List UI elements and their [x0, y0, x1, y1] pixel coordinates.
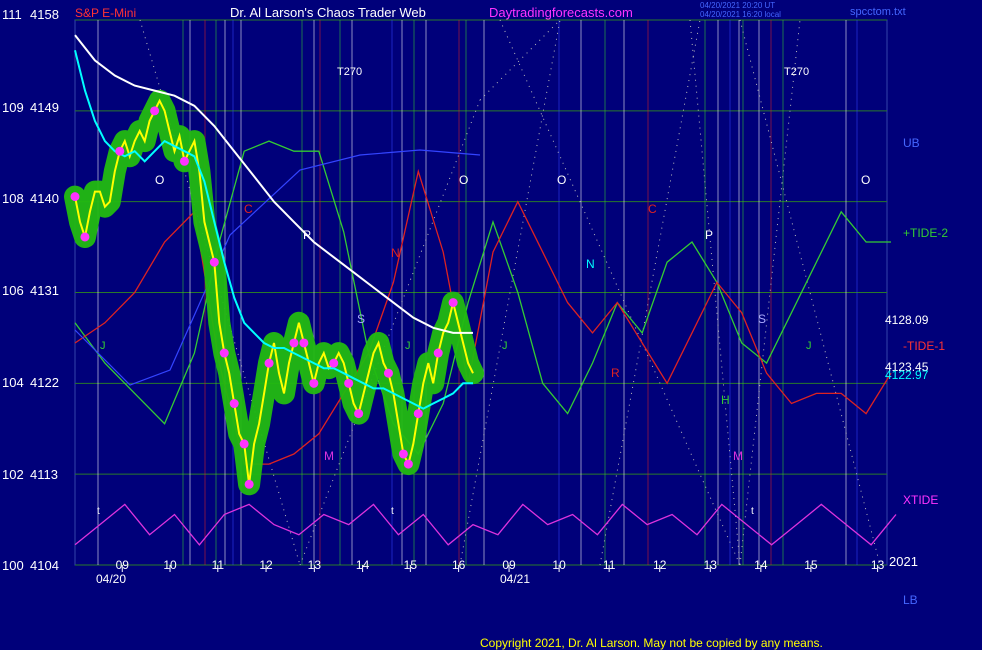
price-dot-14: [329, 358, 339, 368]
marker-p-2: P: [705, 228, 713, 242]
y-price-4149: 4149: [30, 100, 59, 115]
label-tide-plus: +TIDE-2: [903, 226, 948, 240]
price-dot-8: [239, 439, 249, 449]
y-label-100: 100: [2, 558, 24, 573]
y-label-109: 109: [2, 100, 24, 115]
site-title: Dr. Al Larson's Chaos Trader Web: [230, 5, 426, 20]
marker-o-2: O: [459, 173, 468, 187]
marker-t-3: t: [751, 506, 754, 517]
file-name: spcctom.txt: [850, 6, 906, 18]
grid-lines: [75, 19, 887, 566]
price-dot-9: [244, 479, 254, 489]
price-dot-6: [219, 348, 229, 358]
timestamp-ut: 04/20/2021 20:20 UT: [700, 1, 775, 10]
marker-j-3: J: [502, 340, 508, 352]
marker-t-1: t: [97, 506, 100, 517]
label-xtide: XTIDE: [903, 493, 938, 507]
price-dot-13: [309, 378, 319, 388]
series-layer: [64, 34, 897, 546]
marker-r: R: [611, 366, 620, 380]
y-price-4131: 4131: [30, 283, 59, 298]
price-dot-15: [344, 378, 354, 388]
marker-t270-2: T270: [784, 66, 809, 78]
price-dot-1: [80, 232, 90, 242]
price-dot-10: [264, 358, 274, 368]
site-url[interactable]: Daytradingforecasts.com: [489, 5, 633, 20]
marker-c-1: C: [244, 202, 253, 216]
y-price-4140: 4140: [30, 191, 59, 206]
marker-s-2: S: [758, 312, 766, 326]
marker-o-1: O: [155, 173, 164, 187]
chaos-chart: 111 4158 109 4149 108 4140 106 4131 104 …: [2, 1, 948, 650]
marker-m-1: M: [324, 449, 334, 463]
marker-n-2: N: [586, 257, 595, 271]
label-last-fast-ma: 4122.97: [885, 368, 929, 382]
y-price-4122: 4122: [30, 375, 59, 390]
label-last-ma: 4128.09: [885, 313, 929, 327]
timestamp-local: 04/20/2021 16:20 local: [700, 10, 781, 19]
price-dot-18: [398, 449, 408, 459]
price-dot-16: [354, 409, 364, 419]
y-price-4104: 4104: [30, 558, 59, 573]
date-label-1: 04/20: [96, 572, 126, 586]
instrument-label: S&P E-Mini: [75, 6, 136, 20]
label-lb: LB: [903, 593, 918, 607]
price-dot-7: [229, 399, 239, 409]
marker-j-4: J: [806, 340, 812, 352]
price-dot-19: [403, 459, 413, 469]
label-year: 2021: [889, 554, 918, 569]
price-dot-17: [383, 368, 393, 378]
price-dot-11: [289, 338, 299, 348]
marker-t270-1: T270: [337, 66, 362, 78]
price-dot-2: [115, 146, 125, 156]
marker-h: H: [721, 393, 730, 407]
marker-o-3: O: [557, 173, 566, 187]
y-label-111: 111: [2, 7, 22, 22]
y-label-102: 102: [2, 467, 24, 482]
marker-m-2: M: [733, 449, 743, 463]
price-dot-20: [413, 409, 423, 419]
copyright: Copyright 2021, Dr. Al Larson. May not b…: [480, 636, 823, 650]
slow-ma-line: [74, 34, 473, 334]
price-dot-22: [448, 298, 458, 308]
marker-j-2: J: [405, 340, 411, 352]
marker-p-1: P: [303, 228, 311, 242]
label-tide-minus: -TIDE-1: [903, 339, 945, 353]
y-label-106: 106: [2, 283, 24, 298]
y-label-108: 108: [2, 191, 24, 206]
y-price-4158: 4158: [30, 7, 59, 22]
price-dot-4: [179, 156, 189, 166]
price-dot-0: [70, 192, 80, 202]
marker-s-1: S: [357, 312, 365, 326]
cycle-line-2: [479, 19, 561, 101]
marker-o-4: O: [861, 173, 870, 187]
marker-j-1: J: [100, 340, 106, 352]
marker-t-2: t: [391, 506, 394, 517]
marker-c-2: C: [648, 202, 657, 216]
marker-n-1: N: [391, 246, 400, 260]
price-dot-21: [433, 348, 443, 358]
y-label-104: 104: [2, 375, 24, 390]
date-label-2: 04/21: [500, 572, 530, 586]
price-dot-12: [299, 338, 309, 348]
label-ub: UB: [903, 136, 920, 150]
price-dot-5: [209, 257, 219, 267]
y-price-4113: 4113: [30, 467, 58, 482]
xtide-line: [74, 503, 897, 546]
price-dot-3: [150, 106, 160, 116]
